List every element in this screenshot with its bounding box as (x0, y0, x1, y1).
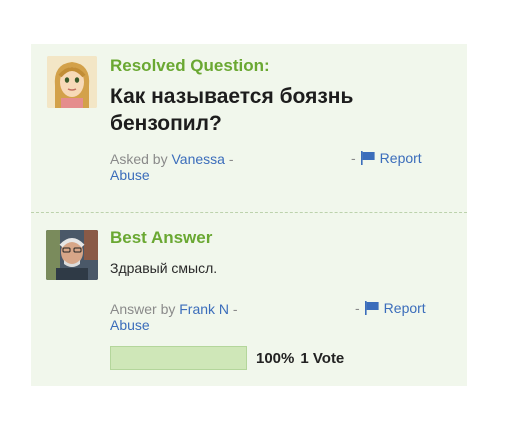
answerer-avatar[interactable] (46, 230, 98, 280)
avatar-icon (46, 230, 98, 280)
answer-by-line: Answer by Frank N - (110, 300, 238, 318)
question-report-label: Report (379, 150, 422, 166)
answer-report-label: Report (383, 300, 426, 316)
vote-summary: 100% 1 Vote (256, 350, 350, 367)
best-answer-label: Best Answer (110, 228, 213, 247)
flag-icon (364, 301, 379, 315)
vote-percent: 100% (256, 350, 295, 367)
section-divider (31, 212, 467, 213)
report-dash: - (351, 150, 356, 166)
answer-report-abuse-link[interactable]: Abuse (110, 317, 150, 333)
answerer-separator: - (229, 301, 238, 317)
flag-icon (360, 151, 375, 165)
vote-rating-fill (111, 347, 246, 369)
answerer-name-link[interactable]: Frank N (179, 301, 229, 317)
asker-name-link[interactable]: Vanessa (171, 151, 224, 167)
question-title: Как называется боязнь бензопил? (110, 85, 354, 135)
avatar-icon (47, 56, 97, 108)
vote-count: 1 Vote (300, 350, 345, 367)
asker-avatar[interactable] (47, 56, 97, 108)
answer-body: Здравый смысл. (110, 260, 218, 276)
answer-by-prefix: Answer by (110, 301, 176, 317)
asked-by-prefix: Asked by (110, 151, 168, 167)
question-report-button[interactable]: - Report (351, 150, 422, 166)
question-report-abuse-link[interactable]: Abuse (110, 167, 150, 183)
asked-by-line: Asked by Vanessa - (110, 150, 234, 168)
resolved-question-label: Resolved Question: (110, 56, 270, 75)
vote-rating-bar (110, 346, 247, 370)
asker-separator: - (224, 151, 234, 167)
answer-report-button[interactable]: - Report (355, 300, 426, 316)
report-dash: - (355, 300, 360, 316)
